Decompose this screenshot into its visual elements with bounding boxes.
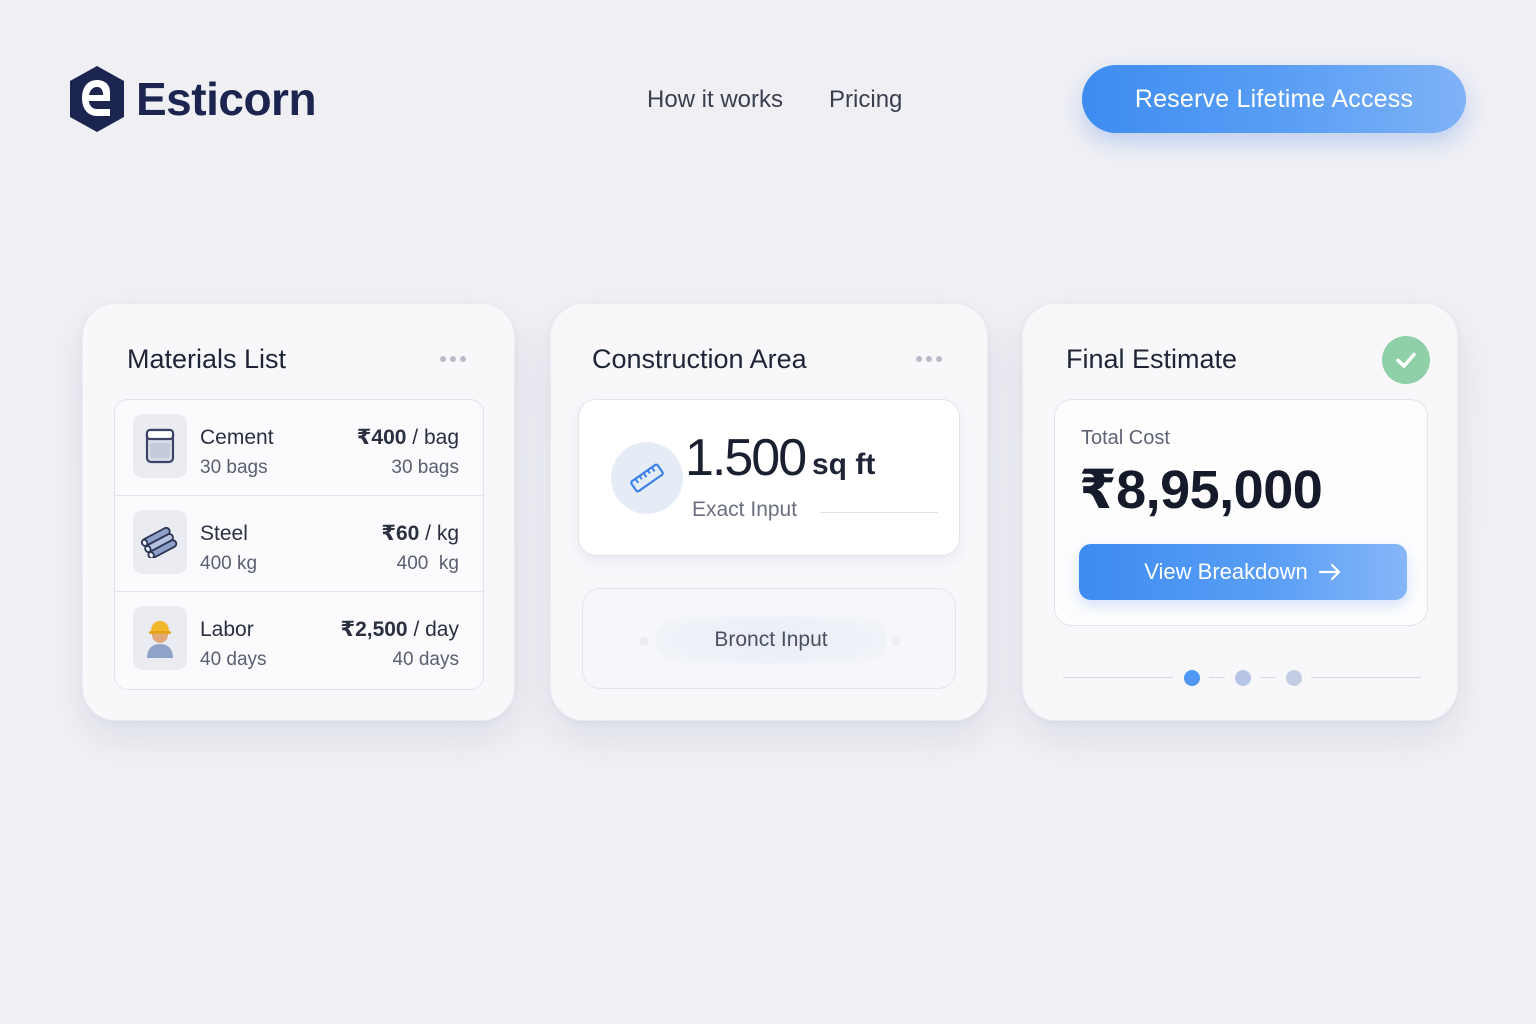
checkmark-icon [1382, 336, 1430, 384]
brand-logo[interactable]: Esticorn [68, 64, 317, 134]
final-estimate-card-title: Final Estimate [1066, 344, 1238, 374]
area-input-caption: Exact Input [692, 498, 798, 521]
total-cost-panel: Total Cost ₹8,95,000 View Breakdown [1054, 399, 1428, 626]
decorative-dot [639, 636, 649, 646]
divider [1209, 677, 1225, 678]
total-cost-label: Total Cost [1081, 427, 1170, 449]
material-quantity-right: 400 kg [396, 553, 459, 574]
material-name: Labor [200, 618, 254, 641]
material-quantity: 30 bags [200, 457, 268, 478]
list-item[interactable]: Cement 30 bags ₹400 / bag 30 bags [115, 400, 483, 496]
material-quantity-right: 30 bags [391, 457, 459, 478]
area-value: 1.500 [685, 429, 807, 487]
list-item[interactable]: Steel 400 kg ₹60 / kg 400 kg [115, 496, 483, 592]
nav-link-pricing[interactable]: Pricing [829, 86, 902, 114]
secondary-input-panel[interactable]: Bronct Input [582, 588, 956, 689]
material-unit-price: ₹60 / kg [381, 522, 459, 545]
ruler-icon [611, 442, 683, 514]
material-unit-price: ₹2,500 / day [340, 618, 459, 641]
landing-page: Esticorn How it works Pricing Reserve Li… [0, 0, 1536, 1024]
view-breakdown-button[interactable]: View Breakdown [1079, 544, 1407, 600]
divider [1063, 677, 1173, 678]
pagination [1063, 668, 1421, 688]
reserve-lifetime-access-button[interactable]: Reserve Lifetime Access [1082, 65, 1466, 133]
more-options-icon[interactable] [440, 356, 466, 362]
divider [1260, 677, 1276, 678]
divider [820, 512, 938, 513]
material-quantity-right: 40 days [392, 649, 459, 670]
divider [1311, 677, 1421, 678]
worker-icon [133, 606, 187, 670]
list-item[interactable]: Labor 40 days ₹2,500 / day 40 days [115, 592, 483, 688]
construction-area-card: Construction Area 1.500 sq ft Exact Inpu… [550, 303, 988, 721]
total-cost-value: ₹8,95,000 [1079, 460, 1323, 520]
view-breakdown-label: View Breakdown [1144, 559, 1308, 584]
arrow-right-icon [1318, 563, 1340, 581]
secondary-input-field[interactable]: Bronct Input [656, 616, 886, 664]
steel-bars-icon [133, 510, 187, 574]
materials-list: Cement 30 bags ₹400 / bag 30 bags Steel … [114, 399, 484, 690]
material-unit-price: ₹400 / bag [356, 426, 459, 449]
material-quantity: 40 days [200, 649, 267, 670]
materials-card: Materials List Cement 30 bags ₹400 / bag… [82, 303, 515, 721]
main-nav: How it works Pricing [647, 86, 902, 114]
nav-link-how-it-works[interactable]: How it works [647, 86, 783, 114]
material-quantity: 400 kg [200, 553, 258, 574]
material-name: Steel [200, 522, 248, 545]
pagination-dot-1[interactable] [1184, 670, 1200, 686]
hexagon-e-logo-icon [70, 66, 124, 132]
construction-area-card-title: Construction Area [592, 344, 807, 374]
pagination-dot-2[interactable] [1235, 670, 1251, 686]
decorative-dot [891, 636, 901, 646]
area-unit: sq ft [812, 448, 876, 481]
area-input-panel[interactable]: 1.500 sq ft Exact Input [578, 399, 960, 556]
pagination-dot-3[interactable] [1286, 670, 1302, 686]
cement-bag-icon [133, 414, 187, 478]
final-estimate-card: Final Estimate Total Cost ₹8,95,000 View… [1022, 303, 1458, 721]
more-options-icon[interactable] [916, 356, 942, 362]
brand-name: Esticorn [136, 73, 317, 125]
material-name: Cement [200, 426, 274, 449]
materials-card-title: Materials List [127, 344, 287, 374]
